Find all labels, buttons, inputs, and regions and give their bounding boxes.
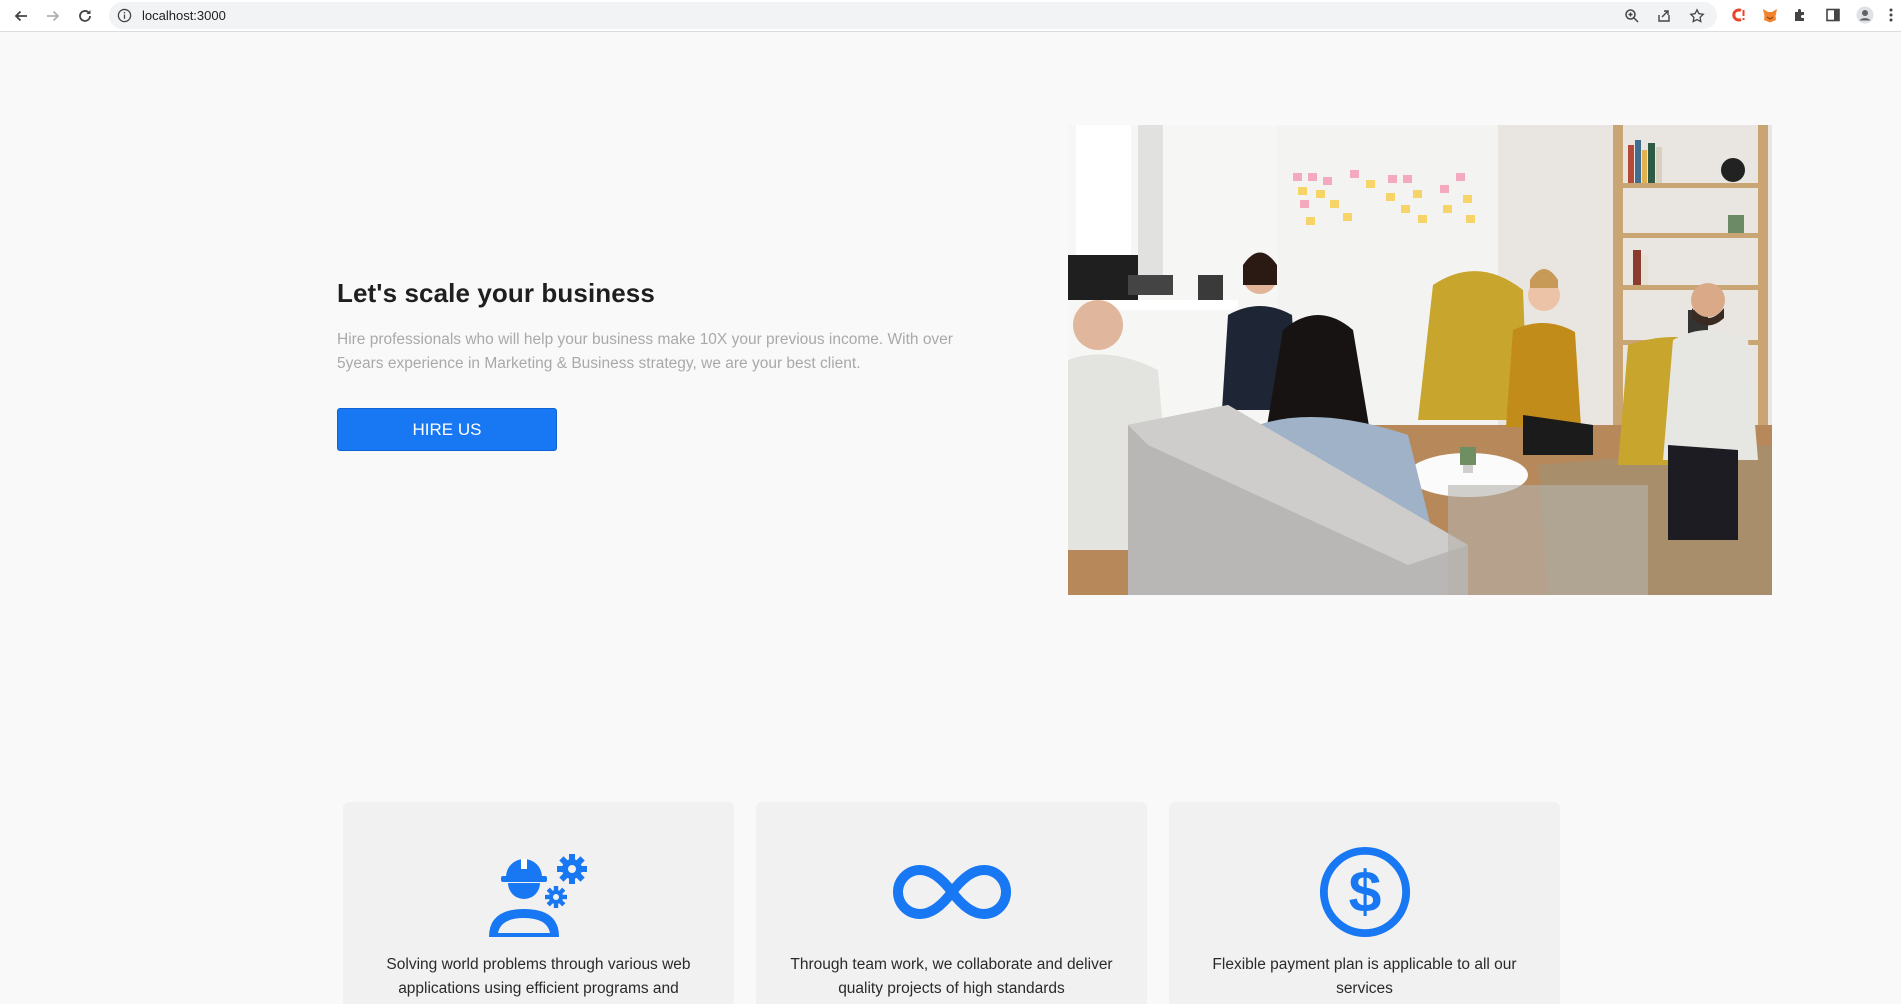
side-panel-button[interactable]	[1824, 6, 1842, 24]
star-icon	[1689, 8, 1705, 23]
dollar-circle-icon: $	[1319, 846, 1410, 938]
engineer-gears-icon	[488, 854, 587, 937]
zoom-icon	[1625, 9, 1639, 23]
hire-us-button[interactable]: HIRE US	[337, 408, 557, 451]
feature-text: Through team work, we collaborate and de…	[790, 956, 1113, 997]
feature-card-payment: $ Flexible payment plan is applicable to…	[1169, 802, 1560, 1004]
extensions-button[interactable]	[1792, 6, 1810, 24]
kebab-menu-icon	[1889, 8, 1893, 22]
side-panel-icon	[1826, 8, 1840, 22]
extension-fox-icon[interactable]	[1761, 6, 1779, 24]
puzzle-icon	[1795, 9, 1804, 21]
browser-toolbar: localhost:3000	[0, 0, 1901, 32]
feature-text: Flexible payment plan is applicable to a…	[1212, 956, 1517, 997]
svg-text:$: $	[1348, 860, 1381, 925]
address-bar[interactable]: localhost:3000	[109, 2, 1717, 29]
reload-icon	[79, 10, 91, 22]
url-text: localhost:3000	[142, 8, 226, 23]
share-icon	[1658, 10, 1670, 22]
team-meeting-photo	[1068, 125, 1772, 595]
feature-card-engineering: Solving world problems through various w…	[343, 802, 734, 1004]
reload-button[interactable]	[73, 4, 97, 28]
zoom-button[interactable]	[1623, 7, 1641, 25]
team-meeting-illustration	[1068, 125, 1772, 595]
hero-heading: Let's scale your business	[337, 278, 655, 308]
feature-text: Solving world problems through various w…	[386, 956, 691, 997]
profile-button[interactable]	[1856, 6, 1874, 24]
arrow-left-icon	[14, 10, 27, 22]
extension-c-icon[interactable]	[1729, 6, 1747, 24]
info-icon[interactable]	[117, 8, 132, 23]
share-button[interactable]	[1655, 7, 1673, 25]
arrow-right-icon	[47, 10, 60, 22]
bookmark-button[interactable]	[1688, 7, 1706, 25]
forward-button[interactable]	[41, 4, 65, 28]
infinity-icon	[892, 865, 1011, 919]
c-extension-icon	[1732, 8, 1745, 22]
profile-icon	[1856, 6, 1874, 24]
hero-description: Hire professionals who will help your bu…	[337, 331, 953, 372]
feature-card-teamwork: Through team work, we collaborate and de…	[756, 802, 1147, 1004]
back-button[interactable]	[9, 4, 33, 28]
menu-button[interactable]	[1882, 6, 1900, 24]
fox-extension-icon	[1763, 9, 1777, 23]
